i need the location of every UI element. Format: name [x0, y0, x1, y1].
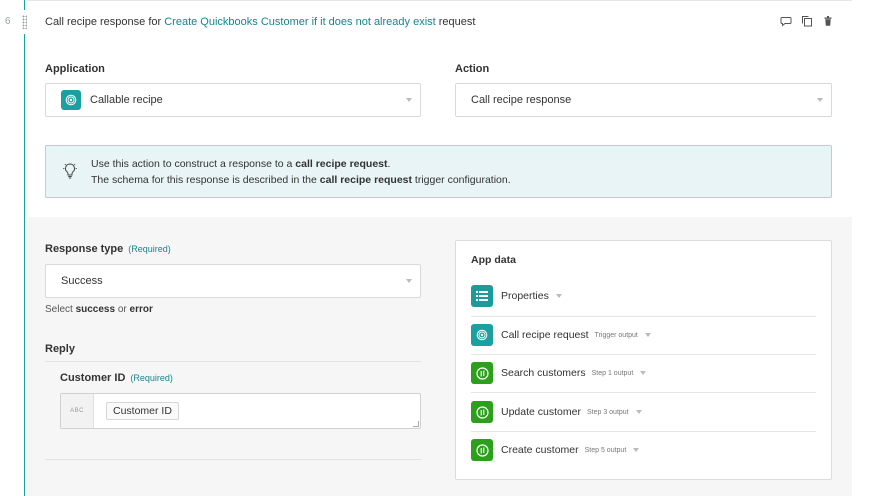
- step-number: 6: [5, 16, 11, 27]
- list-icon: [471, 285, 493, 307]
- action-label: Action: [455, 63, 490, 75]
- action-value: Call recipe response: [471, 94, 572, 106]
- info-text: .: [387, 158, 391, 170]
- app-data-item-sub: Trigger output: [594, 331, 638, 339]
- chevron-down-icon: [817, 98, 823, 102]
- customer-id-label-text: Customer ID: [60, 372, 126, 384]
- info-bold-text: call recipe request: [295, 158, 388, 170]
- step-connector-top: [24, 0, 25, 10]
- app-data-item-sub: Step 3 output: [586, 408, 629, 416]
- info-line-1: Use this action to construct a response …: [91, 158, 390, 170]
- reply-bottom-divider: [45, 459, 421, 460]
- copy-icon[interactable]: [801, 15, 813, 27]
- app-data-item-label: Search customers: [501, 367, 586, 379]
- app-data-separator: [471, 431, 816, 432]
- app-data-item-update-customer[interactable]: Update customer Step 3 output: [471, 400, 816, 424]
- lightbulb-icon: [62, 162, 78, 183]
- response-type-label-text: Response type: [45, 243, 124, 255]
- chevron-down-icon: [640, 371, 647, 375]
- callable-recipe-icon: [471, 324, 493, 346]
- text-type-badge: ABC: [61, 394, 94, 428]
- quickbooks-icon: [471, 362, 493, 384]
- chevron-down-icon: [635, 410, 642, 414]
- application-label: Application: [45, 63, 105, 75]
- app-data-item-search-customers[interactable]: Search customers Step 1 output: [471, 361, 816, 385]
- required-indicator: (Required): [130, 373, 173, 383]
- chevron-down-icon: [406, 98, 412, 102]
- app-data-item-properties[interactable]: Properties: [471, 284, 816, 308]
- app-data-item-label: Properties: [501, 290, 549, 302]
- step-title-recipe-link[interactable]: Create Quickbooks Customer if it does no…: [164, 16, 435, 28]
- customer-id-input[interactable]: ABC Customer ID: [60, 393, 421, 429]
- customer-id-label: Customer ID (Required): [60, 372, 173, 384]
- info-text: Use this action to construct a response …: [91, 158, 296, 170]
- app-data-title: App data: [471, 254, 516, 266]
- app-data-separator: [471, 354, 816, 355]
- quickbooks-icon: [471, 401, 493, 423]
- app-data-separator: [471, 316, 816, 317]
- app-data-item-create-customer[interactable]: Create customer Step 5 output: [471, 438, 816, 462]
- hint-text: or: [115, 304, 130, 315]
- app-data-item-sub: Step 5 output: [584, 446, 627, 454]
- required-indicator: (Required): [128, 244, 171, 254]
- response-type-hint: Select success or error: [45, 304, 153, 315]
- response-type-label: Response type (Required): [45, 243, 171, 255]
- hint-bold-text: success: [75, 304, 116, 315]
- step-title-suffix: request: [435, 16, 476, 28]
- app-data-item-label: Create customer: [501, 444, 579, 456]
- resize-handle-icon[interactable]: [413, 421, 419, 427]
- application-select[interactable]: Callable recipe: [45, 83, 421, 117]
- info-text: The schema for this response is describe…: [91, 174, 320, 186]
- info-bold-text: call recipe request: [319, 174, 412, 186]
- app-data-separator: [471, 392, 816, 393]
- app-data-item-label: Update customer: [501, 406, 581, 418]
- reply-divider: [45, 361, 421, 362]
- datapill-customer-id[interactable]: Customer ID: [106, 402, 179, 420]
- app-data-item-sub: Step 1 output: [591, 369, 634, 377]
- callable-recipe-icon: [61, 90, 81, 110]
- info-text: trigger configuration.: [412, 174, 511, 186]
- hint-bold-text: error: [129, 304, 153, 315]
- step-actions: [780, 15, 834, 27]
- hint-text: Select: [45, 304, 76, 315]
- quickbooks-icon: [471, 439, 493, 461]
- app-data-panel: App data Properties Call recipe request …: [455, 240, 832, 480]
- app-data-item-call-recipe-request[interactable]: Call recipe request Trigger output: [471, 323, 816, 347]
- info-line-2: The schema for this response is describe…: [91, 174, 511, 186]
- step-title-prefix: Call recipe response for: [45, 16, 165, 28]
- reply-label: Reply: [45, 343, 75, 355]
- chevron-down-icon: [555, 294, 562, 298]
- chevron-down-icon: [644, 333, 651, 337]
- comment-icon[interactable]: [780, 15, 792, 27]
- app-data-item-label: Call recipe request: [501, 329, 589, 341]
- application-value: Callable recipe: [90, 94, 163, 106]
- trash-icon[interactable]: [822, 15, 834, 27]
- response-type-value: Success: [61, 275, 103, 287]
- chevron-down-icon: [633, 448, 640, 452]
- response-type-select[interactable]: Success: [45, 264, 421, 298]
- info-callout: Use this action to construct a response …: [45, 145, 832, 198]
- step-connector-line: [24, 34, 25, 496]
- action-select[interactable]: Call recipe response: [455, 83, 832, 117]
- chevron-down-icon: [406, 279, 412, 283]
- step-title: Call recipe response for Create Quickboo…: [45, 16, 475, 28]
